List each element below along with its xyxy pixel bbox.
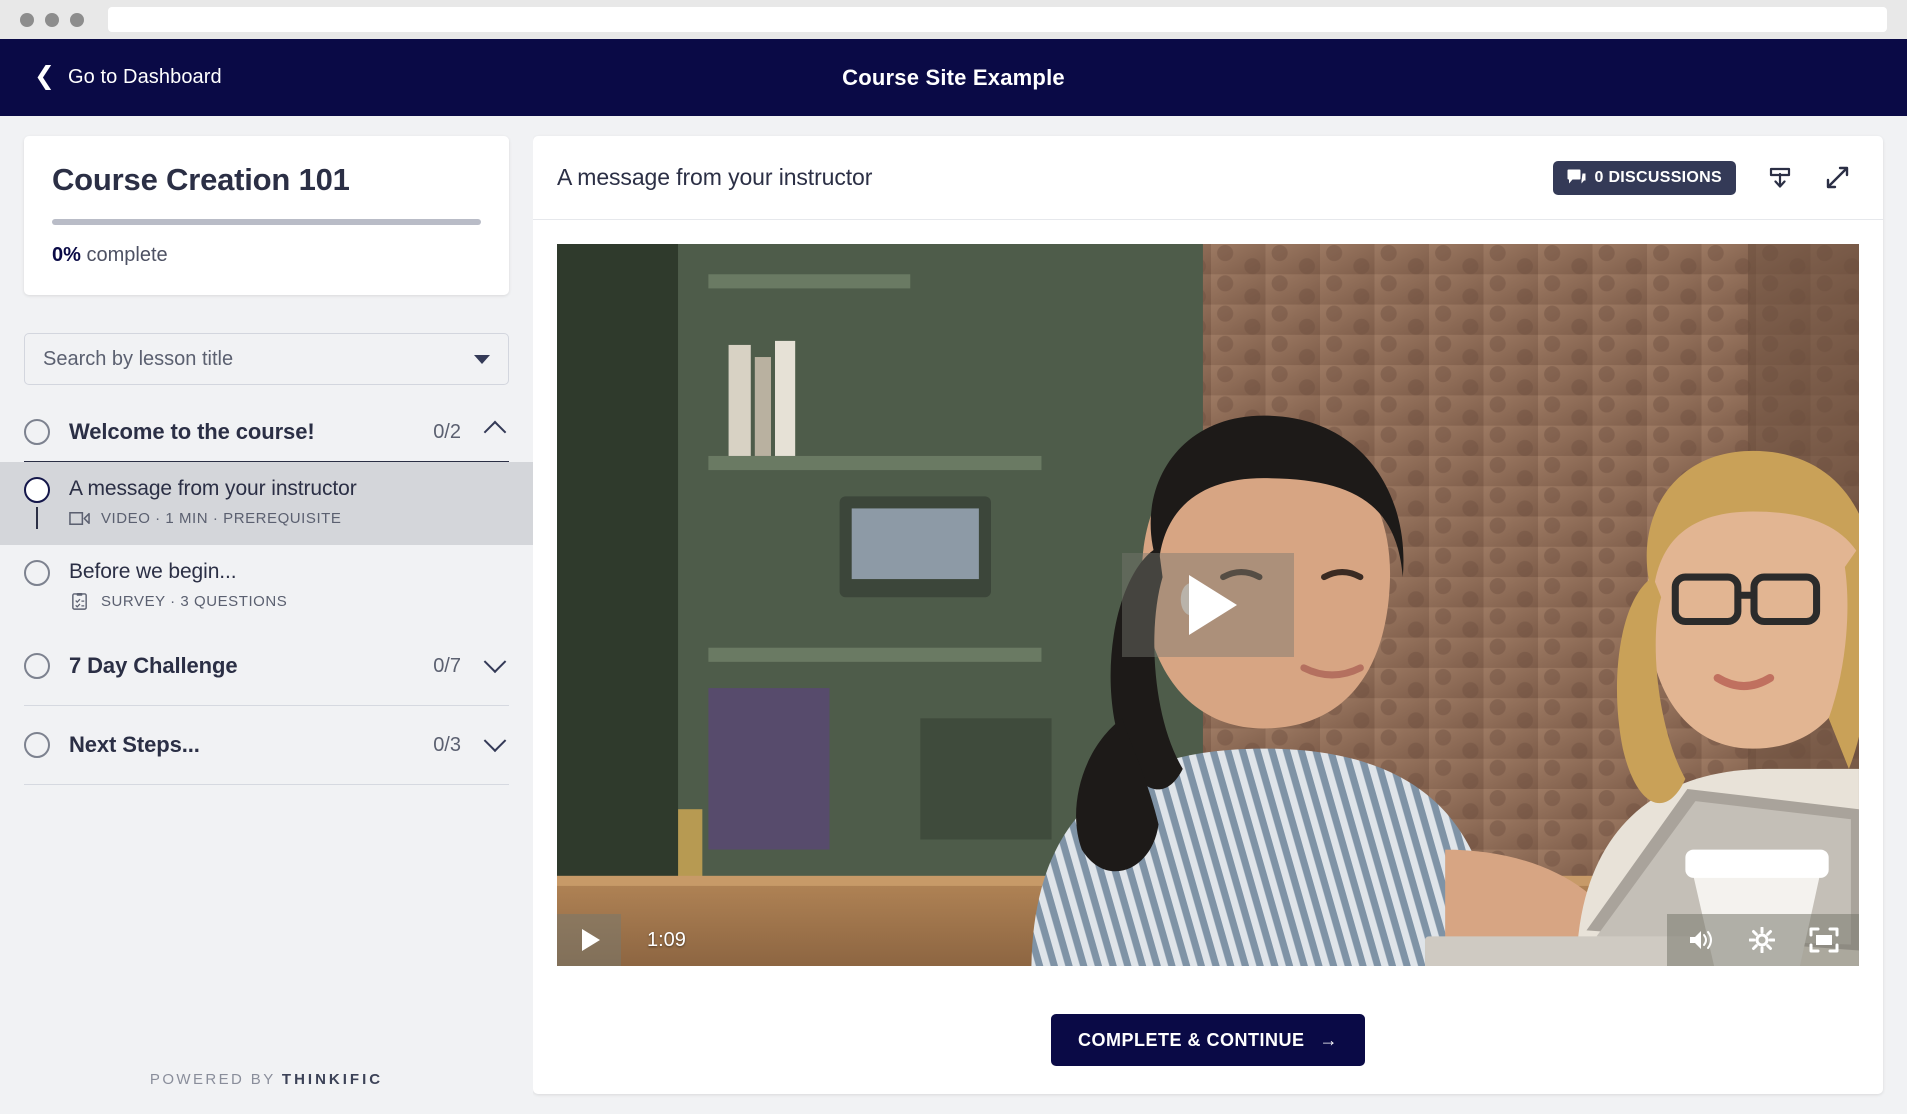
gear-icon bbox=[1749, 927, 1775, 953]
browser-chrome bbox=[0, 0, 1907, 39]
page-body: Course Creation 101 0% complete Search b… bbox=[0, 116, 1907, 1114]
lesson-bullet bbox=[24, 560, 50, 611]
lesson-list: Welcome to the course! 0/2 A message fro… bbox=[24, 403, 509, 785]
progress-label: 0% complete bbox=[52, 244, 481, 267]
chevron-left-icon: ❮ bbox=[34, 64, 55, 89]
main-content: A message from your instructor 0 DISCUSS… bbox=[533, 116, 1907, 1114]
video-time-label: 1:09 bbox=[647, 929, 686, 952]
lesson-header: A message from your instructor 0 DISCUSS… bbox=[533, 136, 1883, 220]
chapter-status-circle-icon bbox=[24, 653, 50, 679]
sidebar-chapter-welcome[interactable]: Welcome to the course! 0/2 bbox=[24, 403, 509, 462]
chapter-status-circle-icon bbox=[24, 419, 50, 445]
lesson-title: Before we begin... bbox=[69, 560, 509, 584]
chapter-title: Next Steps... bbox=[69, 732, 433, 758]
chevron-down-icon[interactable] bbox=[474, 355, 490, 364]
chapter-status-circle-icon bbox=[24, 732, 50, 758]
video-controls: 1:09 bbox=[557, 914, 1859, 966]
volume-icon bbox=[1687, 928, 1715, 952]
download-button[interactable] bbox=[1766, 164, 1794, 192]
lesson-card: A message from your instructor 0 DISCUSS… bbox=[533, 136, 1883, 1094]
lesson-status-circle-icon bbox=[24, 560, 50, 586]
page-title: A message from your instructor bbox=[557, 164, 1553, 191]
lesson-bullet bbox=[24, 477, 50, 529]
discussions-label: 0 DISCUSSIONS bbox=[1595, 169, 1723, 187]
course-title: Course Creation 101 bbox=[52, 162, 481, 198]
top-navigation-bar: ❮ Go to Dashboard Course Site Example bbox=[0, 39, 1907, 116]
discussion-icon bbox=[1567, 169, 1586, 186]
chevron-down-icon[interactable] bbox=[484, 650, 507, 673]
lesson-title: A message from your instructor bbox=[69, 477, 509, 501]
lesson-footer: COMPLETE & CONTINUE → bbox=[533, 986, 1883, 1094]
lesson-text: Before we begin... SURVEY · 3 QUESTIONS bbox=[69, 560, 509, 611]
download-icon bbox=[1766, 164, 1794, 192]
window-traffic-lights bbox=[12, 13, 84, 27]
play-pause-button[interactable] bbox=[557, 914, 621, 966]
complete-and-continue-button[interactable]: COMPLETE & CONTINUE → bbox=[1051, 1014, 1365, 1066]
list-item[interactable]: A message from your instructor VIDEO · 1… bbox=[0, 462, 533, 545]
volume-button[interactable] bbox=[1687, 928, 1715, 952]
powered-by-prefix: POWERED BY bbox=[150, 1071, 282, 1088]
play-icon bbox=[582, 929, 600, 951]
chevron-down-icon[interactable] bbox=[484, 729, 507, 752]
expand-icon bbox=[1824, 164, 1851, 191]
course-sidebar: Course Creation 101 0% complete Search b… bbox=[0, 116, 533, 1114]
survey-icon bbox=[69, 592, 90, 611]
arrow-right-icon: → bbox=[1320, 1030, 1339, 1051]
search-input[interactable]: Search by lesson title bbox=[24, 333, 509, 385]
lesson-meta: SURVEY · 3 QUESTIONS bbox=[69, 592, 509, 611]
video-icon bbox=[69, 509, 90, 528]
chapter-count: 0/2 bbox=[433, 421, 461, 444]
sidebar-chapter-next-steps[interactable]: Next Steps... 0/3 bbox=[24, 706, 509, 785]
progress-bar bbox=[52, 219, 481, 225]
lesson-status-circle-icon bbox=[24, 477, 50, 503]
settings-button[interactable] bbox=[1749, 927, 1775, 953]
lesson-meta-text: VIDEO · 1 MIN · PREREQUISITE bbox=[101, 510, 341, 527]
lesson-text: A message from your instructor VIDEO · 1… bbox=[69, 477, 509, 529]
fullscreen-icon bbox=[1809, 927, 1839, 953]
go-to-dashboard-link[interactable]: ❮ Go to Dashboard bbox=[34, 65, 222, 90]
url-bar[interactable] bbox=[108, 7, 1887, 32]
maximize-window-button[interactable] bbox=[70, 13, 84, 27]
video-area: 1:09 bbox=[533, 220, 1883, 986]
close-window-button[interactable] bbox=[20, 13, 34, 27]
progress-percent: 0% bbox=[52, 244, 81, 266]
play-icon bbox=[1189, 575, 1237, 635]
chapter-title: 7 Day Challenge bbox=[69, 653, 433, 679]
powered-by-brand: THINKIFIC bbox=[282, 1071, 383, 1088]
video-right-controls bbox=[1667, 914, 1859, 966]
sidebar-chapter-7-day-challenge[interactable]: 7 Day Challenge 0/7 bbox=[24, 627, 509, 706]
list-item[interactable]: Before we begin... SURVEY · 3 QUESTIONS bbox=[24, 545, 509, 627]
go-to-dashboard-label: Go to Dashboard bbox=[68, 66, 222, 89]
fullscreen-button[interactable] bbox=[1809, 927, 1839, 953]
complete-and-continue-label: COMPLETE & CONTINUE bbox=[1078, 1030, 1305, 1051]
chapter-count: 0/7 bbox=[433, 655, 461, 678]
site-title: Course Site Example bbox=[0, 65, 1907, 91]
discussions-button[interactable]: 0 DISCUSSIONS bbox=[1553, 161, 1737, 195]
search-placeholder: Search by lesson title bbox=[43, 348, 474, 371]
play-button-overlay[interactable] bbox=[1122, 553, 1294, 657]
chapter-count: 0/3 bbox=[433, 734, 461, 757]
powered-by-footer: POWERED BY THINKIFIC bbox=[0, 1071, 533, 1088]
chevron-up-icon[interactable] bbox=[484, 421, 507, 444]
lesson-connector-line bbox=[36, 507, 38, 529]
video-player[interactable]: 1:09 bbox=[557, 244, 1859, 966]
lesson-meta-text: SURVEY · 3 QUESTIONS bbox=[101, 593, 287, 610]
progress-suffix: complete bbox=[86, 244, 167, 266]
chapter-title: Welcome to the course! bbox=[69, 419, 433, 445]
expand-button[interactable] bbox=[1824, 164, 1851, 191]
lesson-meta: VIDEO · 1 MIN · PREREQUISITE bbox=[69, 509, 509, 528]
course-progress-card: Course Creation 101 0% complete bbox=[24, 136, 509, 295]
minimize-window-button[interactable] bbox=[45, 13, 59, 27]
